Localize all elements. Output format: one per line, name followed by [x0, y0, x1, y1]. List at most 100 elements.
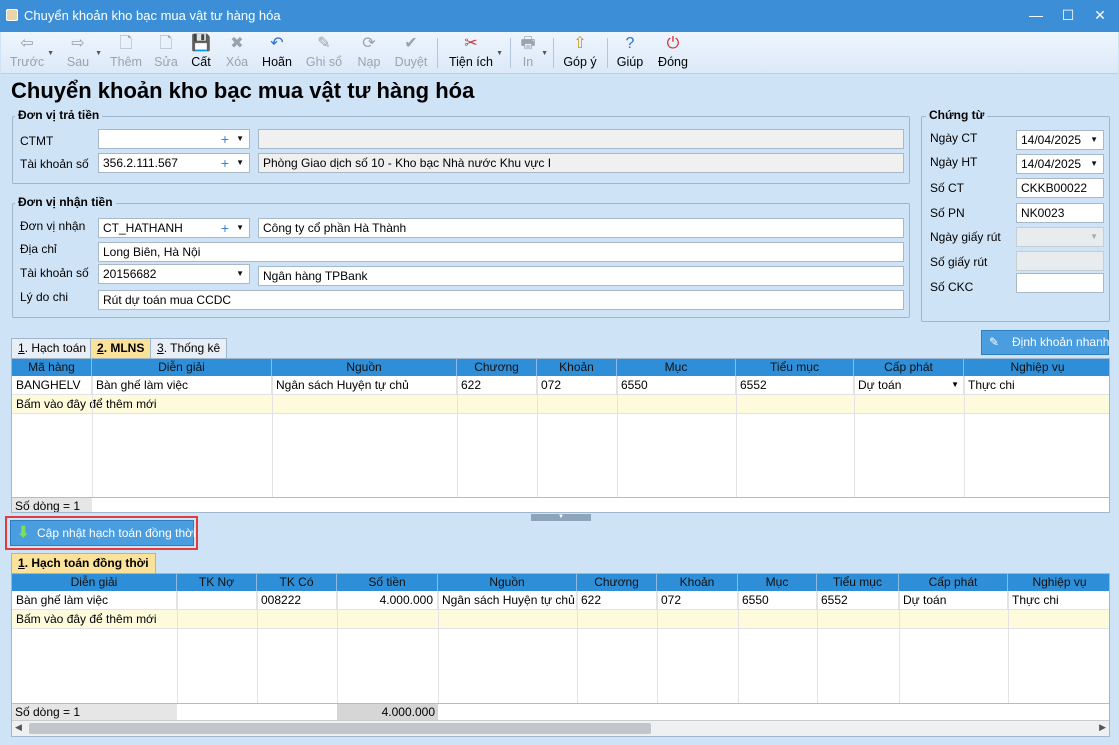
plus-icon[interactable]: + [221, 130, 229, 148]
col-cap-phat[interactable]: Cấp phát [899, 574, 1008, 591]
close-button[interactable]: ⏻ Đóng [655, 34, 691, 72]
col-cap-phat[interactable]: Cấp phát [854, 359, 964, 376]
scroll-right-icon[interactable]: ▶ [1099, 722, 1106, 733]
so-ckc-field[interactable] [1016, 273, 1104, 293]
ngay-ht-label: Ngày HT [930, 155, 978, 169]
ngay-ht-field[interactable]: 14/04/2025 ▼ [1016, 154, 1104, 174]
col-muc[interactable]: Mục [738, 574, 817, 591]
next-button[interactable]: ⇨ Sau ▼ [63, 34, 102, 72]
chevron-down-icon[interactable]: ▼ [951, 376, 959, 394]
chevron-down-icon[interactable]: ▼ [1090, 155, 1098, 173]
print-button[interactable]: 🖶 In ▼ [517, 34, 548, 72]
load-button[interactable]: ⟳ Nạp [355, 34, 383, 72]
col-tk-no[interactable]: TK Nợ [177, 574, 257, 591]
delete-icon: ✖ [230, 35, 244, 52]
post-button[interactable]: ✎ Ghi sổ [304, 34, 344, 72]
chevron-down-icon[interactable]: ▼ [236, 219, 244, 237]
undo-icon: ↶ [270, 35, 284, 52]
undo-button[interactable]: ↶ Hoãn [259, 34, 295, 72]
col-chuong[interactable]: Chương [457, 359, 537, 376]
feedback-button[interactable]: ⇧ Góp ý [561, 34, 599, 72]
update-posting-button[interactable]: ⬇ Cập nhật hạch toán đồng thời [10, 520, 196, 546]
approve-button[interactable]: ✔ Duyệt [393, 34, 429, 72]
col-nguon[interactable]: Nguồn [438, 574, 577, 591]
ctmt-field[interactable]: + ▼ [98, 129, 250, 149]
add-row[interactable]: Bấm vào đây để thêm mới [12, 395, 1109, 414]
so-pn-label: Số PN [930, 206, 965, 220]
payee-unit-field[interactable]: CT_HATHANH + ▼ [98, 218, 250, 238]
delete-button[interactable]: ✖ Xóa [223, 34, 251, 72]
col-so-tien[interactable]: Số tiền [337, 574, 438, 591]
so-giay-rut-label: Số giấy rút [930, 255, 988, 269]
payer-group-title: Đơn vị trả tiền [15, 108, 103, 122]
payer-account-field[interactable]: 356.2.111.567 + ▼ [98, 153, 250, 173]
so-ct-field[interactable]: CKKB00022 [1016, 178, 1104, 198]
printer-icon: 🖶 [520, 35, 536, 52]
help-button[interactable]: ? Giúp [615, 34, 645, 72]
mlns-grid: Mã hàng Diễn giải Nguồn Chương Khoản Mục… [11, 358, 1110, 513]
maximize-button[interactable]: ☐ [1055, 4, 1081, 26]
col-ma-hang[interactable]: Mã hàng [12, 359, 92, 376]
col-tieu-muc[interactable]: Tiểu mục [736, 359, 854, 376]
table-row[interactable]: BANGHELV Bàn ghế làm việc Ngân sách Huyệ… [12, 376, 1109, 395]
edit-doc-icon: 🗋 [159, 35, 173, 52]
chevron-down-icon[interactable]: ▼ [541, 50, 548, 57]
ngay-giay-rut-field: ▼ [1016, 227, 1104, 247]
reason-field[interactable]: Rút dự toán mua CCDC [98, 290, 904, 310]
col-nghiep-vu[interactable]: Nghiệp vụ [1008, 574, 1109, 591]
save-button[interactable]: 💾 Cất [187, 34, 215, 72]
edit-button[interactable]: 🗋 Sửa [151, 34, 181, 72]
cap-phat-dropdown[interactable]: Dự toán ▼ [854, 376, 964, 395]
tab-hach-toan[interactable]: 1. Hạch toán [11, 338, 94, 358]
chevron-down-icon[interactable]: ▼ [236, 130, 244, 148]
plus-icon[interactable]: + [221, 219, 229, 237]
payee-unit-description[interactable]: Công ty cổ phần Hà Thành [258, 218, 904, 238]
col-nghiep-vu[interactable]: Nghiệp vụ [964, 359, 1109, 376]
chevron-down-icon[interactable]: ▼ [496, 50, 503, 57]
horizontal-scrollbar[interactable]: ◀ ▶ [12, 720, 1109, 736]
minimize-button[interactable]: — [1023, 4, 1049, 26]
col-tk-co[interactable]: TK Có [257, 574, 337, 591]
chevron-down-icon[interactable]: ▼ [1090, 131, 1098, 149]
scroll-left-icon[interactable]: ◀ [15, 722, 22, 733]
grid-line [337, 591, 338, 703]
grid-footer: Số dòng = 1 [12, 497, 1109, 512]
utilities-button[interactable]: ✂ Tiện ích ▼ [448, 34, 503, 72]
col-nguon[interactable]: Nguồn [272, 359, 457, 376]
grid-line [438, 591, 439, 703]
chevron-down-icon[interactable]: ▼ [236, 154, 244, 172]
col-tieu-muc[interactable]: Tiểu mục [817, 574, 899, 591]
col-muc[interactable]: Mục [617, 359, 736, 376]
chevron-down-icon[interactable]: ▼ [236, 265, 244, 283]
plus-icon[interactable]: + [221, 154, 229, 172]
col-dien-giai[interactable]: Diễn giải [12, 574, 177, 591]
grid-line [854, 376, 855, 497]
toolbar-separator [607, 38, 608, 68]
prev-button[interactable]: ⇦ Trước ▼ [9, 34, 54, 72]
tab-hach-toan-dong-thoi[interactable]: 1. Hạch toán đồng thời [11, 553, 156, 573]
grid-line [177, 591, 178, 703]
scroll-thumb[interactable] [29, 723, 651, 734]
chevron-down-icon: ▼ [1090, 232, 1098, 241]
address-field[interactable]: Long Biên, Hà Nội [98, 242, 904, 262]
close-window-button[interactable]: ✕ [1087, 4, 1113, 26]
pencil-icon: ✎ [317, 35, 331, 52]
so-pn-field[interactable]: NK0023 [1016, 203, 1104, 223]
payee-group-title: Đơn vị nhận tiền [15, 195, 116, 209]
chevron-down-icon[interactable]: ▼ [95, 50, 102, 57]
add-button[interactable]: 🗋 Thêm [109, 34, 143, 72]
col-chuong[interactable]: Chương [577, 574, 657, 591]
payee-account-field[interactable]: 20156682 ▼ [98, 264, 250, 284]
toolbar-separator [553, 38, 554, 68]
quick-entry-button[interactable]: ✎ Định khoản nhanh [981, 330, 1109, 355]
col-khoan[interactable]: Khoản [657, 574, 738, 591]
tab-mlns[interactable]: 2. MLNS [90, 338, 152, 358]
chevron-down-icon[interactable]: ▼ [47, 50, 54, 57]
splitter-handle[interactable]: ▼ [531, 514, 591, 521]
payer-account-description: Phòng Giao dịch số 10 - Kho bạc Nhà nước… [258, 153, 904, 173]
tab-thong-ke[interactable]: 3. Thống kê [150, 338, 228, 358]
ngay-ct-field[interactable]: 14/04/2025 ▼ [1016, 130, 1104, 150]
col-khoan[interactable]: Khoản [537, 359, 617, 376]
payee-bank-field[interactable]: Ngân hàng TPBank [258, 266, 904, 286]
col-dien-giai[interactable]: Diễn giải [92, 359, 272, 376]
